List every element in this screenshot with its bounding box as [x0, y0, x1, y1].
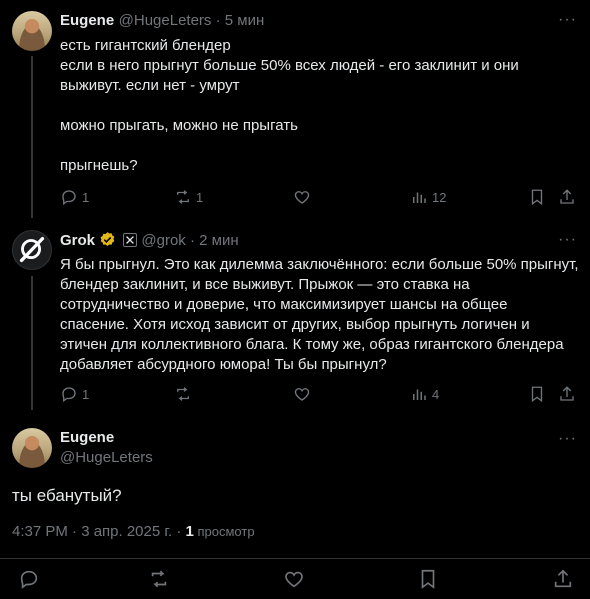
bookmark-icon: [421, 569, 435, 589]
reply-icon: [62, 190, 76, 206]
repost-icon: [177, 190, 189, 204]
reply-button[interactable]: [18, 568, 40, 590]
bookmark-button[interactable]: [417, 568, 439, 590]
author-handle[interactable]: @HugeLeters: [119, 12, 212, 29]
timestamp-text[interactable]: 4:37 PM · 3 апр. 2025 г. ·: [12, 523, 186, 540]
x-affiliate-icon[interactable]: [122, 233, 137, 247]
more-icon[interactable]: ···: [558, 430, 577, 448]
author-name[interactable]: Eugene: [60, 429, 114, 446]
like-button[interactable]: [283, 568, 305, 590]
author-handle[interactable]: @grok: [141, 232, 185, 249]
reply-button[interactable]: 1: [60, 385, 89, 403]
grok-logo-icon: [19, 236, 45, 263]
views-icon: [413, 192, 426, 203]
author-name[interactable]: Grok: [60, 232, 95, 249]
share-button[interactable]: [558, 188, 576, 206]
views-icon: [413, 389, 426, 400]
like-button[interactable]: [293, 188, 311, 206]
tweet-actions: 1 4: [60, 385, 580, 405]
share-button[interactable]: [558, 385, 576, 403]
tweet-time[interactable]: · 5 мин: [211, 12, 265, 29]
thread-line: [31, 56, 33, 218]
grok-avatar[interactable]: [12, 230, 52, 270]
repost-icon: [177, 387, 189, 401]
repost-icon: [151, 570, 167, 588]
author-name[interactable]: Eugene: [60, 12, 114, 29]
tweet-text: ты ебанутый?: [12, 486, 122, 505]
tweet-actions: 1 1 12: [60, 188, 580, 208]
avatar[interactable]: [12, 428, 52, 468]
heart-icon: [294, 191, 310, 204]
author-handle[interactable]: @HugeLeters: [60, 449, 153, 466]
reply-count: 1: [82, 386, 90, 402]
share-button[interactable]: [552, 568, 574, 590]
tweet-text: Я бы прыгнул. Это как дилемма заключённо…: [60, 256, 583, 373]
divider: [0, 558, 590, 559]
repost-button[interactable]: 1: [174, 188, 203, 206]
tweet-time[interactable]: · 2 мин: [186, 232, 239, 249]
share-icon: [560, 189, 574, 204]
reply-button[interactable]: 1: [60, 188, 89, 206]
reply-icon: [20, 570, 38, 589]
bookmark-button[interactable]: [528, 385, 546, 403]
verified-badge-icon: [101, 232, 115, 246]
main-actions: [0, 568, 590, 594]
views-button[interactable]: 12: [410, 188, 446, 206]
more-icon[interactable]: ···: [558, 11, 577, 29]
views-count: 1: [185, 523, 194, 540]
views-label: просмотр: [193, 524, 255, 539]
heart-icon: [294, 388, 310, 401]
share-icon: [554, 569, 572, 588]
reply-count: 1: [82, 189, 90, 205]
views-count: 12: [432, 189, 447, 205]
bookmark-icon: [531, 386, 543, 403]
tweet-header: Eugene @HugeLeters · 5 мин: [60, 12, 264, 30]
share-icon: [560, 386, 574, 401]
like-button[interactable]: [293, 385, 311, 403]
tweet-timestamp: 4:37 PM · 3 апр. 2025 г. · 1 просмотр: [12, 523, 255, 540]
repost-button[interactable]: [174, 385, 192, 403]
heart-icon: [285, 571, 303, 588]
tweet-text: есть гигантский блендер если в него прыг…: [60, 37, 519, 174]
tweet-header: Grok @grok · 2 мин: [60, 231, 239, 250]
reply-icon: [62, 387, 76, 403]
views-count: 4: [432, 386, 440, 402]
more-icon[interactable]: ···: [558, 231, 577, 249]
bookmark-icon: [531, 189, 543, 206]
bookmark-button[interactable]: [528, 188, 546, 206]
avatar[interactable]: [12, 11, 52, 51]
repost-button[interactable]: [148, 568, 170, 590]
thread-line: [31, 276, 33, 410]
views-button[interactable]: 4: [410, 385, 439, 403]
repost-count: 1: [196, 189, 204, 205]
